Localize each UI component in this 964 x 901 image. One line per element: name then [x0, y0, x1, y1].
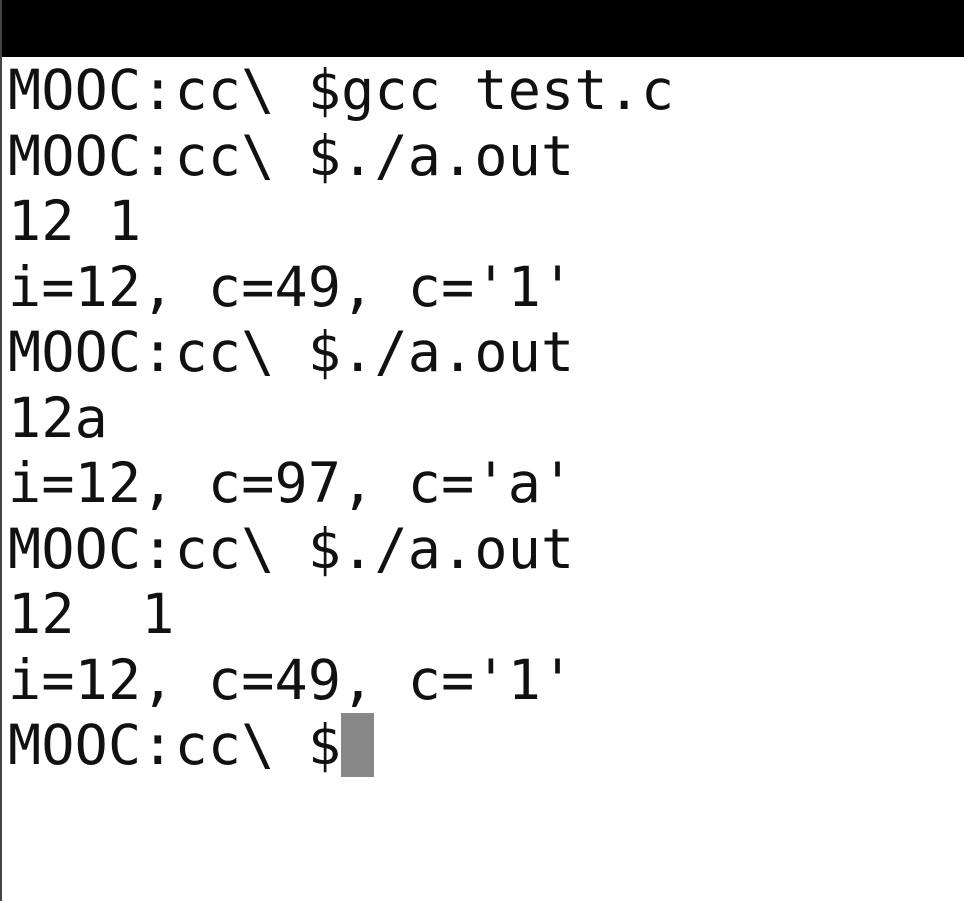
terminal-window: MOOC:cc\ $gcc test.c MOOC:cc\ $./a.out 1…: [0, 0, 964, 901]
terminal-line: MOOC:cc\ $./a.out: [8, 320, 575, 384]
shell-prompt: MOOC:cc\ $: [8, 713, 342, 777]
terminal-line: 12a: [8, 385, 108, 450]
title-bar: [0, 0, 964, 57]
text-cursor: [341, 713, 375, 777]
terminal-line: i=12, c=97, c='a': [8, 451, 575, 515]
terminal-line: MOOC:cc\ $gcc test.c: [8, 58, 675, 122]
terminal-line: i=12, c=49, c='1': [8, 647, 575, 712]
prompt-line[interactable]: MOOC:cc\ $: [8, 713, 958, 779]
terminal-line: i=12, c=49, c='1': [8, 254, 575, 319]
terminal-line: MOOC:cc\ $./a.out: [8, 123, 575, 188]
terminal-line: MOOC:cc\ $./a.out: [8, 516, 575, 581]
window-border: [0, 0, 2, 901]
terminal-output[interactable]: MOOC:cc\ $gcc test.c MOOC:cc\ $./a.out 1…: [8, 58, 958, 898]
terminal-line: 12 1: [8, 582, 175, 646]
terminal-line: 12 1: [8, 189, 142, 253]
